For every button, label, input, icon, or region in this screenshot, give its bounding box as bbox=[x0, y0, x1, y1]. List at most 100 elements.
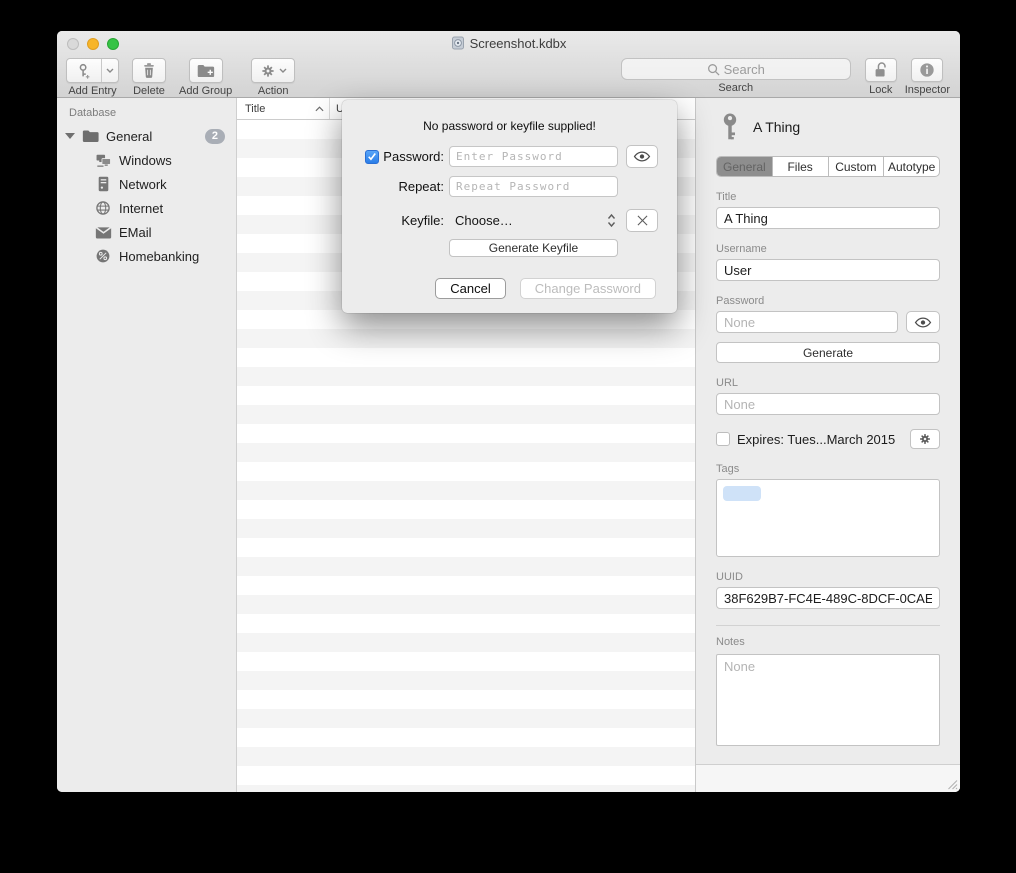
username-field[interactable] bbox=[716, 259, 940, 281]
action-button[interactable] bbox=[251, 58, 295, 83]
close-button[interactable] bbox=[67, 38, 79, 50]
sidebar-item-homebanking[interactable]: Homebanking bbox=[57, 244, 236, 268]
trash-icon bbox=[141, 62, 157, 79]
add-group-group: Add Group bbox=[179, 58, 232, 97]
column-header-title[interactable]: Title bbox=[237, 98, 330, 119]
sidebar-item-general[interactable]: General 2 bbox=[57, 124, 236, 148]
delete-group: Delete bbox=[132, 58, 166, 97]
title-field-label: Title bbox=[716, 191, 940, 203]
tags-label: Tags bbox=[716, 463, 940, 475]
sidebar-header: Database bbox=[57, 107, 236, 124]
server-icon bbox=[94, 176, 112, 192]
lock-button[interactable] bbox=[865, 58, 897, 82]
entry-count-badge: 2 bbox=[205, 129, 225, 144]
stepper-icon bbox=[607, 213, 616, 228]
keyfile-popup[interactable]: Choose… bbox=[449, 210, 618, 231]
password-field[interactable] bbox=[716, 311, 898, 333]
group-label: Homebanking bbox=[119, 249, 199, 264]
add-entry-dropdown[interactable] bbox=[102, 59, 118, 82]
password-checkbox[interactable] bbox=[365, 150, 379, 164]
group-label: Windows bbox=[119, 153, 172, 168]
tab-autotype[interactable]: Autotype bbox=[883, 157, 939, 176]
unlocked-padlock-icon bbox=[873, 61, 888, 79]
notes-field[interactable] bbox=[716, 654, 940, 746]
group-label: Network bbox=[119, 177, 167, 192]
delete-button[interactable] bbox=[132, 58, 166, 83]
lock-label: Lock bbox=[869, 84, 892, 96]
key-plus-icon[interactable] bbox=[67, 59, 102, 82]
folder-icon bbox=[81, 128, 99, 144]
title-field[interactable] bbox=[716, 207, 940, 229]
search-placeholder: Search bbox=[724, 62, 765, 77]
tab-general[interactable]: General bbox=[717, 157, 772, 176]
network-computers-icon bbox=[94, 152, 112, 168]
action-label: Action bbox=[258, 85, 289, 97]
keyfile-label: Keyfile: bbox=[401, 213, 444, 228]
sidebar: Database General 2 Windows Network bbox=[57, 98, 237, 792]
change-password-button[interactable]: Change Password bbox=[520, 278, 656, 299]
tab-files[interactable]: Files bbox=[772, 157, 828, 176]
tab-custom[interactable]: Custom bbox=[828, 157, 884, 176]
gear-icon bbox=[260, 63, 276, 79]
inspector-button[interactable] bbox=[911, 58, 943, 82]
alert-message: No password or keyfile supplied! bbox=[342, 100, 677, 133]
search-label: Search bbox=[718, 82, 753, 94]
gear-icon bbox=[918, 432, 932, 446]
expires-checkbox[interactable] bbox=[716, 432, 730, 446]
password-row bbox=[716, 311, 940, 333]
group-label: EMail bbox=[119, 225, 152, 240]
sidebar-item-internet[interactable]: Internet bbox=[57, 196, 236, 220]
add-group-label: Add Group bbox=[179, 85, 232, 97]
cancel-button[interactable]: Cancel bbox=[435, 278, 505, 299]
change-password-dialog: No password or keyfile supplied! Passwor… bbox=[342, 100, 677, 313]
enter-password-field[interactable] bbox=[449, 146, 618, 167]
reveal-password-button[interactable] bbox=[626, 145, 658, 168]
eye-icon bbox=[633, 151, 651, 162]
resize-grip[interactable] bbox=[947, 779, 958, 790]
search-input[interactable]: Search bbox=[621, 58, 851, 80]
window-title: Screenshot.kdbx bbox=[451, 36, 567, 51]
document-icon bbox=[451, 36, 465, 50]
add-entry-button[interactable] bbox=[66, 58, 119, 83]
toolbar: Add Entry Delete Add Group Action bbox=[57, 55, 960, 97]
password-label: Password: bbox=[383, 149, 444, 164]
clear-keyfile-button[interactable] bbox=[626, 209, 658, 232]
password-row: Password: bbox=[342, 145, 677, 168]
group-label: General bbox=[106, 129, 152, 144]
add-group-button[interactable] bbox=[189, 58, 223, 83]
title-bar[interactable]: Screenshot.kdbx bbox=[57, 31, 960, 55]
eye-icon bbox=[914, 317, 932, 328]
disclosure-triangle-icon[interactable] bbox=[65, 133, 75, 139]
group-label: Internet bbox=[119, 201, 163, 216]
minimize-button[interactable] bbox=[87, 38, 99, 50]
chevron-down-icon bbox=[279, 68, 287, 73]
repeat-label: Repeat: bbox=[398, 179, 444, 194]
entry-header: A Thing bbox=[720, 112, 940, 142]
close-x-icon bbox=[637, 215, 648, 226]
generate-keyfile-button[interactable]: Generate Keyfile bbox=[449, 239, 618, 257]
inspector-content: A Thing General Files Custom Autotype Ti… bbox=[696, 98, 960, 764]
traffic-lights bbox=[67, 38, 119, 50]
sidebar-item-network[interactable]: Network bbox=[57, 172, 236, 196]
expires-label: Expires: Tues...March 2015 bbox=[737, 432, 895, 447]
tag-token[interactable] bbox=[723, 486, 761, 501]
sidebar-item-email[interactable]: EMail bbox=[57, 220, 236, 244]
folder-plus-icon bbox=[196, 63, 215, 79]
reveal-password-button[interactable] bbox=[906, 311, 940, 333]
tags-field[interactable] bbox=[716, 479, 940, 557]
password-field-label: Password bbox=[716, 295, 940, 307]
url-field[interactable] bbox=[716, 393, 940, 415]
username-field-label: Username bbox=[716, 243, 940, 255]
generate-button[interactable]: Generate bbox=[716, 342, 940, 363]
expires-settings-button[interactable] bbox=[910, 429, 940, 449]
inspector-label: Inspector bbox=[905, 84, 950, 96]
notes-label: Notes bbox=[716, 636, 940, 648]
sort-ascending-icon bbox=[315, 106, 324, 112]
keyfile-row: Keyfile: Choose… bbox=[342, 209, 677, 232]
zoom-button[interactable] bbox=[107, 38, 119, 50]
sidebar-item-windows[interactable]: Windows bbox=[57, 148, 236, 172]
uuid-field[interactable] bbox=[716, 587, 940, 609]
entry-title: A Thing bbox=[753, 119, 800, 135]
repeat-password-field[interactable] bbox=[449, 176, 618, 197]
repeat-row: Repeat: bbox=[342, 176, 677, 197]
